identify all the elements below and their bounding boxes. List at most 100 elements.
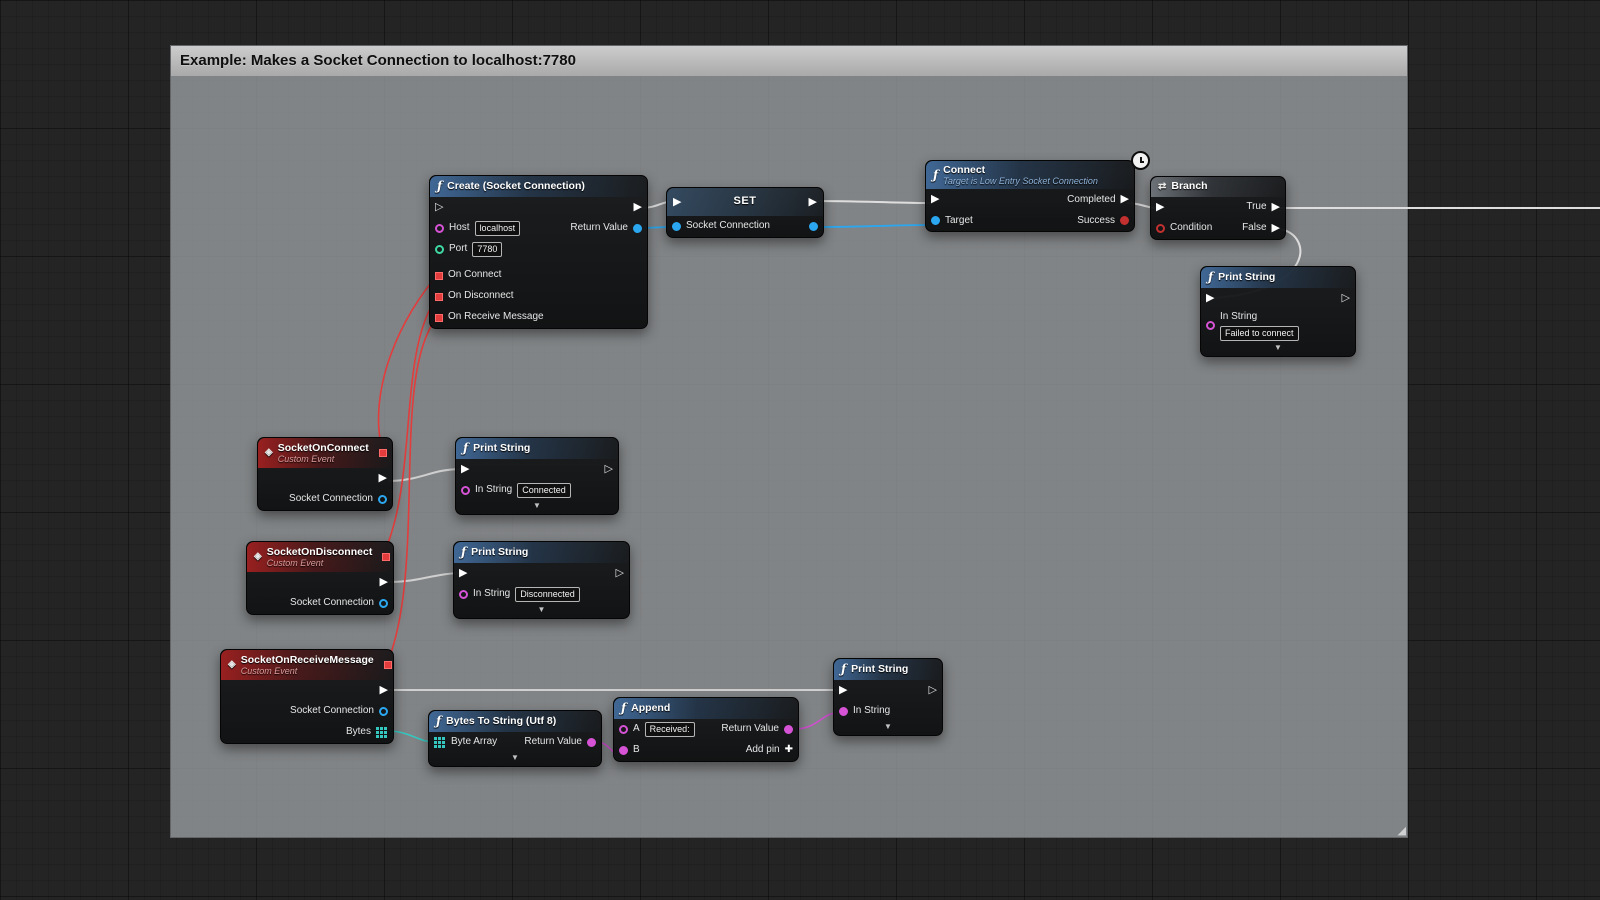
on-receive-message-delegate-pin[interactable] <box>435 313 443 322</box>
return-value-pin[interactable] <box>587 738 596 747</box>
delegate-out-pin[interactable] <box>378 449 387 457</box>
return-value-pin[interactable] <box>784 725 793 734</box>
exec-out-pin[interactable]: ▷ <box>616 568 624 579</box>
exec-in-pin[interactable]: ▶ <box>931 194 939 205</box>
collapse-arrow-icon[interactable]: ▼ <box>454 605 629 618</box>
node-header: ƒ Print String <box>834 659 942 680</box>
in-string-pin[interactable] <box>839 707 848 716</box>
in-string-input[interactable]: Connected <box>517 483 571 498</box>
true-exec-pin[interactable]: ▶ <box>1272 202 1280 213</box>
on-disconnect-label: On Disconnect <box>448 290 514 302</box>
exec-out-pin[interactable]: ▷ <box>929 685 937 696</box>
node-bytes-to-string[interactable]: ƒ Bytes To String (Utf 8) Byte Array Ret… <box>428 710 602 767</box>
in-string-input[interactable]: Failed to connect <box>1220 325 1299 341</box>
collapse-arrow-icon[interactable]: ▼ <box>456 501 618 514</box>
exec-in-pin[interactable]: ▶ <box>461 464 469 475</box>
host-input[interactable]: localhost <box>474 221 521 236</box>
delegate-out-pin[interactable] <box>383 661 392 669</box>
in-string-pin[interactable] <box>459 590 468 599</box>
node-event-socket-on-connect[interactable]: ◈ SocketOnConnect Custom Event ▶ Socket … <box>257 437 393 511</box>
port-pin[interactable] <box>435 245 444 254</box>
exec-out-pin[interactable]: ▷ <box>1342 293 1350 304</box>
add-pin-icon[interactable]: ✚ <box>785 744 793 757</box>
exec-in-pin[interactable]: ▶ <box>459 568 467 579</box>
target-pin[interactable] <box>931 216 940 226</box>
exec-in-pin[interactable]: ▷ <box>435 202 443 213</box>
comment-resize-handle[interactable]: ◢ <box>1398 824 1406 837</box>
node-connect[interactable]: ƒ Connect Target is Low Entry Socket Con… <box>925 160 1135 233</box>
success-pin[interactable] <box>1120 216 1129 226</box>
exec-in-pin[interactable]: ▶ <box>673 196 681 208</box>
byte-array-pin[interactable] <box>434 737 437 740</box>
false-exec-pin[interactable]: ▶ <box>1272 223 1280 234</box>
exec-in-pin[interactable]: ▶ <box>1206 293 1214 304</box>
node-event-socket-on-disconnect[interactable]: ◈ SocketOnDisconnect Custom Event ▶ Sock… <box>246 541 394 615</box>
exec-out-pin[interactable]: ▶ <box>809 196 817 208</box>
exec-in-pin[interactable]: ▶ <box>1156 202 1164 213</box>
exec-out-pin[interactable]: ▶ <box>380 577 388 588</box>
pin-row: ▶ <box>221 680 393 701</box>
exec-out-pin[interactable]: ▶ <box>380 685 388 696</box>
pin-row: Socket Connection <box>247 593 393 614</box>
socket-connection-out-pin[interactable] <box>379 599 388 608</box>
on-disconnect-delegate-pin[interactable] <box>435 292 443 301</box>
function-icon: ƒ <box>436 714 442 728</box>
socket-connection-label: Socket Connection <box>686 220 770 232</box>
socket-connection-out-pin[interactable] <box>379 707 388 716</box>
pin-row: Byte Array Return Value <box>429 732 601 753</box>
pin-row: ▶ <box>258 468 392 489</box>
socket-connection-label: Socket Connection <box>289 493 373 505</box>
node-title: SocketOnReceiveMessage <box>240 653 374 666</box>
pin-row: A Received: Return Value <box>614 719 798 740</box>
node-header: ◈ SocketOnConnect Custom Event <box>258 438 392 468</box>
exec-out-pin[interactable]: ▶ <box>379 473 387 484</box>
socket-connection-in-pin[interactable] <box>672 222 681 231</box>
host-pin[interactable] <box>435 224 444 233</box>
completed-exec-pin[interactable]: ▶ <box>1121 194 1129 205</box>
return-value-label: Return Value <box>524 736 582 748</box>
bytes-array-pin[interactable] <box>376 727 379 730</box>
pin-row: Port 7780 <box>430 239 647 260</box>
delegate-out-pin[interactable] <box>382 553 391 561</box>
true-label: True <box>1246 201 1267 213</box>
in-string-pin[interactable] <box>1206 321 1215 331</box>
in-string-pin[interactable] <box>461 486 470 495</box>
node-create-socket-connection[interactable]: ƒ Create (Socket Connection) ▷ ▶ Host lo… <box>429 175 648 329</box>
socket-connection-out-pin[interactable] <box>378 495 387 504</box>
exec-out-pin[interactable]: ▷ <box>605 464 613 475</box>
pin-row: In String Failed to connect <box>1201 309 1355 343</box>
collapse-arrow-icon[interactable]: ▼ <box>429 753 601 766</box>
node-title: Print String <box>471 545 529 558</box>
function-icon: ƒ <box>461 545 467 559</box>
node-set-socket-connection[interactable]: ▶ SET ▶ Socket Connection <box>666 187 824 238</box>
collapse-arrow-icon[interactable]: ▼ <box>834 722 942 735</box>
node-append[interactable]: ƒ Append A Received: Return Value B Add … <box>613 697 799 762</box>
socket-connection-out-pin[interactable] <box>809 222 818 231</box>
node-event-socket-on-receive-message[interactable]: ◈ SocketOnReceiveMessage Custom Event ▶ … <box>220 649 394 744</box>
condition-pin[interactable] <box>1156 224 1165 233</box>
node-print-string-failed[interactable]: ƒ Print String ▶ ▷ In String Failed to c… <box>1200 266 1356 357</box>
node-header: ▶ SET ▶ <box>667 188 823 216</box>
comment-title[interactable]: Example: Makes a Socket Connection to lo… <box>171 46 1407 76</box>
pin-row: ▶ ▷ <box>834 680 942 701</box>
in-string-input[interactable]: Disconnected <box>515 587 580 602</box>
function-icon: ƒ <box>437 179 443 193</box>
node-print-string-connected[interactable]: ƒ Print String ▶ ▷ In String Connected ▼ <box>455 437 619 515</box>
collapse-arrow-icon[interactable]: ▼ <box>1201 343 1355 356</box>
exec-in-pin[interactable]: ▶ <box>839 685 847 696</box>
exec-out-pin[interactable]: ▶ <box>634 202 642 213</box>
pin-row: ▶ ▷ <box>1201 288 1355 309</box>
port-input[interactable]: 7780 <box>472 242 503 257</box>
return-value-pin[interactable] <box>633 224 642 233</box>
node-branch[interactable]: ⇄ Branch ▶ True ▶ Condition False ▶ <box>1150 176 1286 240</box>
host-label: Host <box>449 222 470 234</box>
blueprint-graph-canvas[interactable]: Example: Makes a Socket Connection to lo… <box>0 0 1600 900</box>
node-title: Print String <box>851 662 909 675</box>
node-print-string-disconnected[interactable]: ƒ Print String ▶ ▷ In String Disconnecte… <box>453 541 630 619</box>
node-print-string-received[interactable]: ƒ Print String ▶ ▷ In String ▼ <box>833 658 943 736</box>
a-input[interactable]: Received: <box>644 722 695 737</box>
on-connect-delegate-pin[interactable] <box>435 271 443 280</box>
b-pin[interactable] <box>619 746 628 755</box>
clock-hands <box>1140 157 1144 163</box>
a-pin[interactable] <box>619 725 628 734</box>
